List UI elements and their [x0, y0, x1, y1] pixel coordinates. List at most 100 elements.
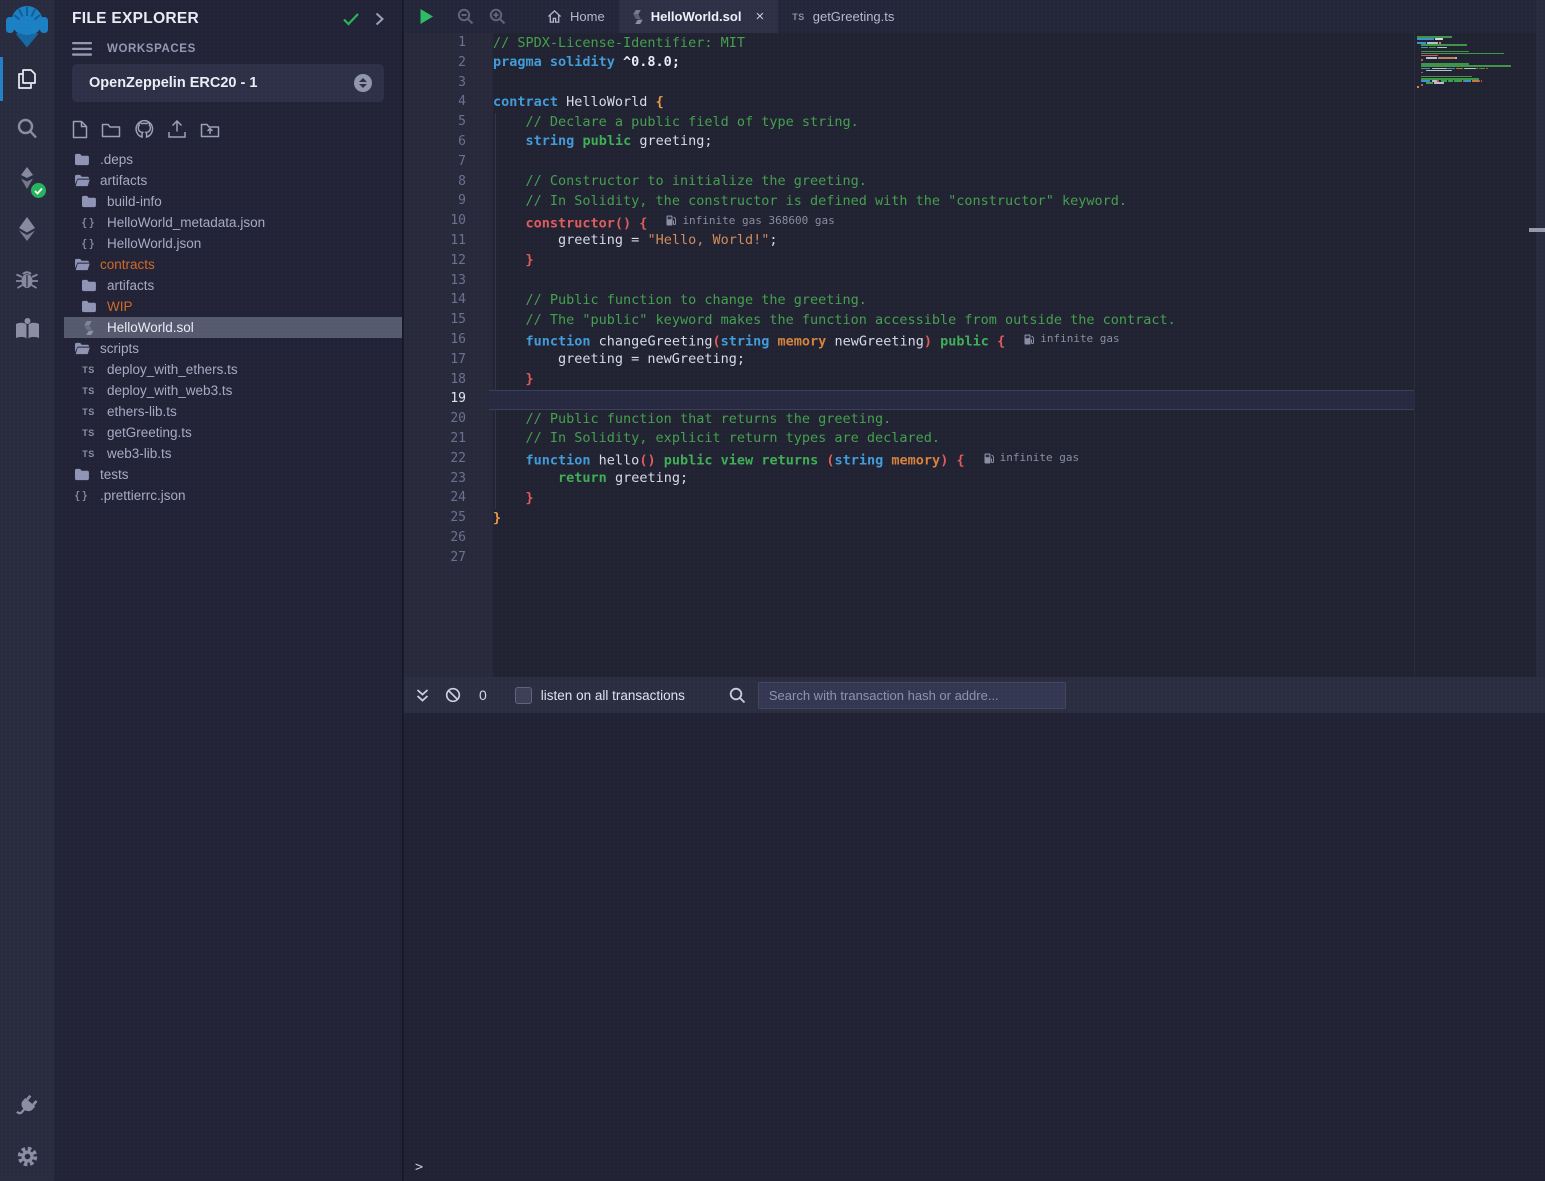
- tree-item-label: HelloWorld.sol: [107, 320, 194, 335]
- tab-getgreeting-ts[interactable]: TS getGreeting.ts: [778, 0, 908, 33]
- tree-item-helloworld-json[interactable]: {}HelloWorld.json: [54, 233, 402, 254]
- tree-item-wip[interactable]: WIP: [54, 296, 402, 317]
- upload-folder-icon[interactable]: [200, 121, 220, 138]
- minimap-line-segment: [1479, 80, 1481, 82]
- zoom-in-button[interactable]: [489, 8, 506, 25]
- new-file-icon[interactable]: [72, 120, 88, 139]
- minimap-line-segment: [1438, 57, 1455, 59]
- ts-icon: TS: [80, 386, 97, 396]
- panel-header: FILE EXPLORER: [54, 0, 402, 28]
- run-script-button[interactable]: [419, 8, 434, 25]
- code-line-24: }: [493, 489, 1414, 509]
- code-line-15: // The "public" keyword makes the functi…: [493, 311, 1414, 331]
- tree-item-ethers-lib-ts[interactable]: TSethers-lib.ts: [54, 401, 402, 422]
- minimap-line-segment: [1421, 59, 1423, 61]
- minimap-line-segment: [1486, 68, 1488, 70]
- new-folder-icon[interactable]: [101, 121, 121, 138]
- line-number: 16: [404, 330, 493, 350]
- tree-item-label: ethers-lib.ts: [107, 404, 177, 419]
- ts-icon: TS: [792, 12, 805, 22]
- sidebar-item-learneth[interactable]: [0, 304, 54, 354]
- line-number: 15: [404, 310, 493, 330]
- line-number: 18: [404, 370, 493, 390]
- expand-terminal-button[interactable]: [415, 688, 430, 703]
- code-line-10: constructor() {infinite gas 368600 gas: [493, 212, 1414, 232]
- file-tree: .depsartifactsbuild-info{}HelloWorld_met…: [54, 149, 402, 506]
- tree-item-artifacts[interactable]: artifacts: [54, 170, 402, 191]
- tree-item--prettierrc-json[interactable]: {}.prettierrc.json: [54, 485, 402, 506]
- sidebar-item-search[interactable]: [0, 104, 54, 154]
- clear-console-button[interactable]: [445, 687, 461, 703]
- line-number: 17: [404, 350, 493, 370]
- code-line-25: }: [493, 509, 1414, 529]
- json-icon: {}: [80, 237, 97, 250]
- minimap-line-segment: [1472, 80, 1479, 82]
- code-line-3: [493, 73, 1414, 93]
- zoom-out-button[interactable]: [457, 8, 474, 25]
- sidebar-item-debugger[interactable]: [0, 254, 54, 304]
- remix-logo-icon: [6, 4, 48, 50]
- minimap[interactable]: [1417, 36, 1521, 96]
- json-icon: {}: [80, 216, 97, 229]
- sidebar-item-solidity-compiler[interactable]: [0, 154, 54, 204]
- close-icon[interactable]: ×: [755, 8, 764, 25]
- tree-item-artifacts[interactable]: artifacts: [54, 275, 402, 296]
- line-number: 19: [404, 389, 493, 409]
- minimap-line-segment: [1421, 44, 1467, 46]
- tree-item-helloworld-sol[interactable]: HelloWorld.sol: [64, 317, 402, 338]
- line-number: 20: [404, 409, 493, 429]
- sidebar-item-deploy-run[interactable]: [0, 204, 54, 254]
- tree-item-build-info[interactable]: build-info: [54, 191, 402, 212]
- listen-transactions-checkbox[interactable]: [515, 687, 532, 704]
- tree-item-deploy-with-ethers-ts[interactable]: TSdeploy_with_ethers.ts: [54, 359, 402, 380]
- minimap-line-segment: [1435, 38, 1443, 40]
- tree-item-scripts[interactable]: scripts: [54, 338, 402, 359]
- tree-item-deploy-with-web3-ts[interactable]: TSdeploy_with_web3.ts: [54, 380, 402, 401]
- sidebar-item-file-explorer[interactable]: [0, 54, 54, 104]
- minimap-line-segment: [1464, 68, 1476, 70]
- sidebar-item-settings[interactable]: [0, 1131, 54, 1181]
- terminal-content[interactable]: >: [404, 713, 1545, 1181]
- gas-estimate-widget[interactable]: infinite gas 368600 gas: [666, 211, 834, 231]
- folder-icon: [73, 468, 90, 481]
- tree-item-label: deploy_with_ethers.ts: [107, 362, 238, 377]
- line-number: 21: [404, 429, 493, 449]
- play-icon: [419, 8, 434, 25]
- upload-file-icon[interactable]: [167, 120, 187, 139]
- gas-estimate-widget[interactable]: infinite gas: [1024, 329, 1119, 349]
- code-line-21: // In Solidity, explicit return types ar…: [493, 429, 1414, 449]
- code-line-19: [489, 390, 1414, 410]
- minimap-line-segment: [1437, 47, 1447, 49]
- tree-item-label: artifacts: [107, 278, 154, 293]
- code-line-7: [493, 152, 1414, 172]
- terminal-bar: 0 listen on all transactions: [404, 677, 1545, 713]
- tab-home[interactable]: Home: [533, 0, 619, 33]
- tree-item--deps[interactable]: .deps: [54, 149, 402, 170]
- transaction-search-input[interactable]: [758, 682, 1066, 709]
- search-icon: [14, 116, 40, 142]
- tab-label: getGreeting.ts: [813, 9, 895, 24]
- minimap-line-segment: [1421, 68, 1430, 70]
- editor-scrollbar-thumb[interactable]: [1529, 228, 1545, 232]
- sidebar-item-plugin-manager[interactable]: [0, 1081, 54, 1131]
- zoom-in-icon: [489, 8, 506, 25]
- collapse-chevron-icon[interactable]: [375, 12, 384, 26]
- hamburger-menu-icon[interactable]: [72, 42, 92, 56]
- editor-scrollbar[interactable]: [1536, 0, 1545, 677]
- code-line-11: greeting = "Hello, World!";: [493, 231, 1414, 251]
- tab-helloworld-sol[interactable]: HelloWorld.sol×: [619, 0, 779, 33]
- gas-estimate-widget[interactable]: infinite gas: [984, 448, 1079, 468]
- minimap-line-segment: [1421, 65, 1511, 67]
- tree-item-contracts[interactable]: contracts: [54, 254, 402, 275]
- code-editor[interactable]: 1234567891011121314151617181920212223242…: [404, 33, 1545, 677]
- workspace-select[interactable]: OpenZeppelin ERC20 - 1: [72, 64, 384, 102]
- tree-item-helloworld-metadata-json[interactable]: {}HelloWorld_metadata.json: [54, 212, 402, 233]
- tree-item-web3-lib-ts[interactable]: TSweb3-lib.ts: [54, 443, 402, 464]
- code-line-12: }: [493, 251, 1414, 271]
- tree-item-getgreeting-ts[interactable]: TSgetGreeting.ts: [54, 422, 402, 443]
- remix-logo[interactable]: [0, 0, 54, 54]
- tree-item-tests[interactable]: tests: [54, 464, 402, 485]
- tree-item-label: .deps: [100, 152, 133, 167]
- github-icon[interactable]: [134, 119, 154, 139]
- minimap-line-segment: [1464, 80, 1471, 82]
